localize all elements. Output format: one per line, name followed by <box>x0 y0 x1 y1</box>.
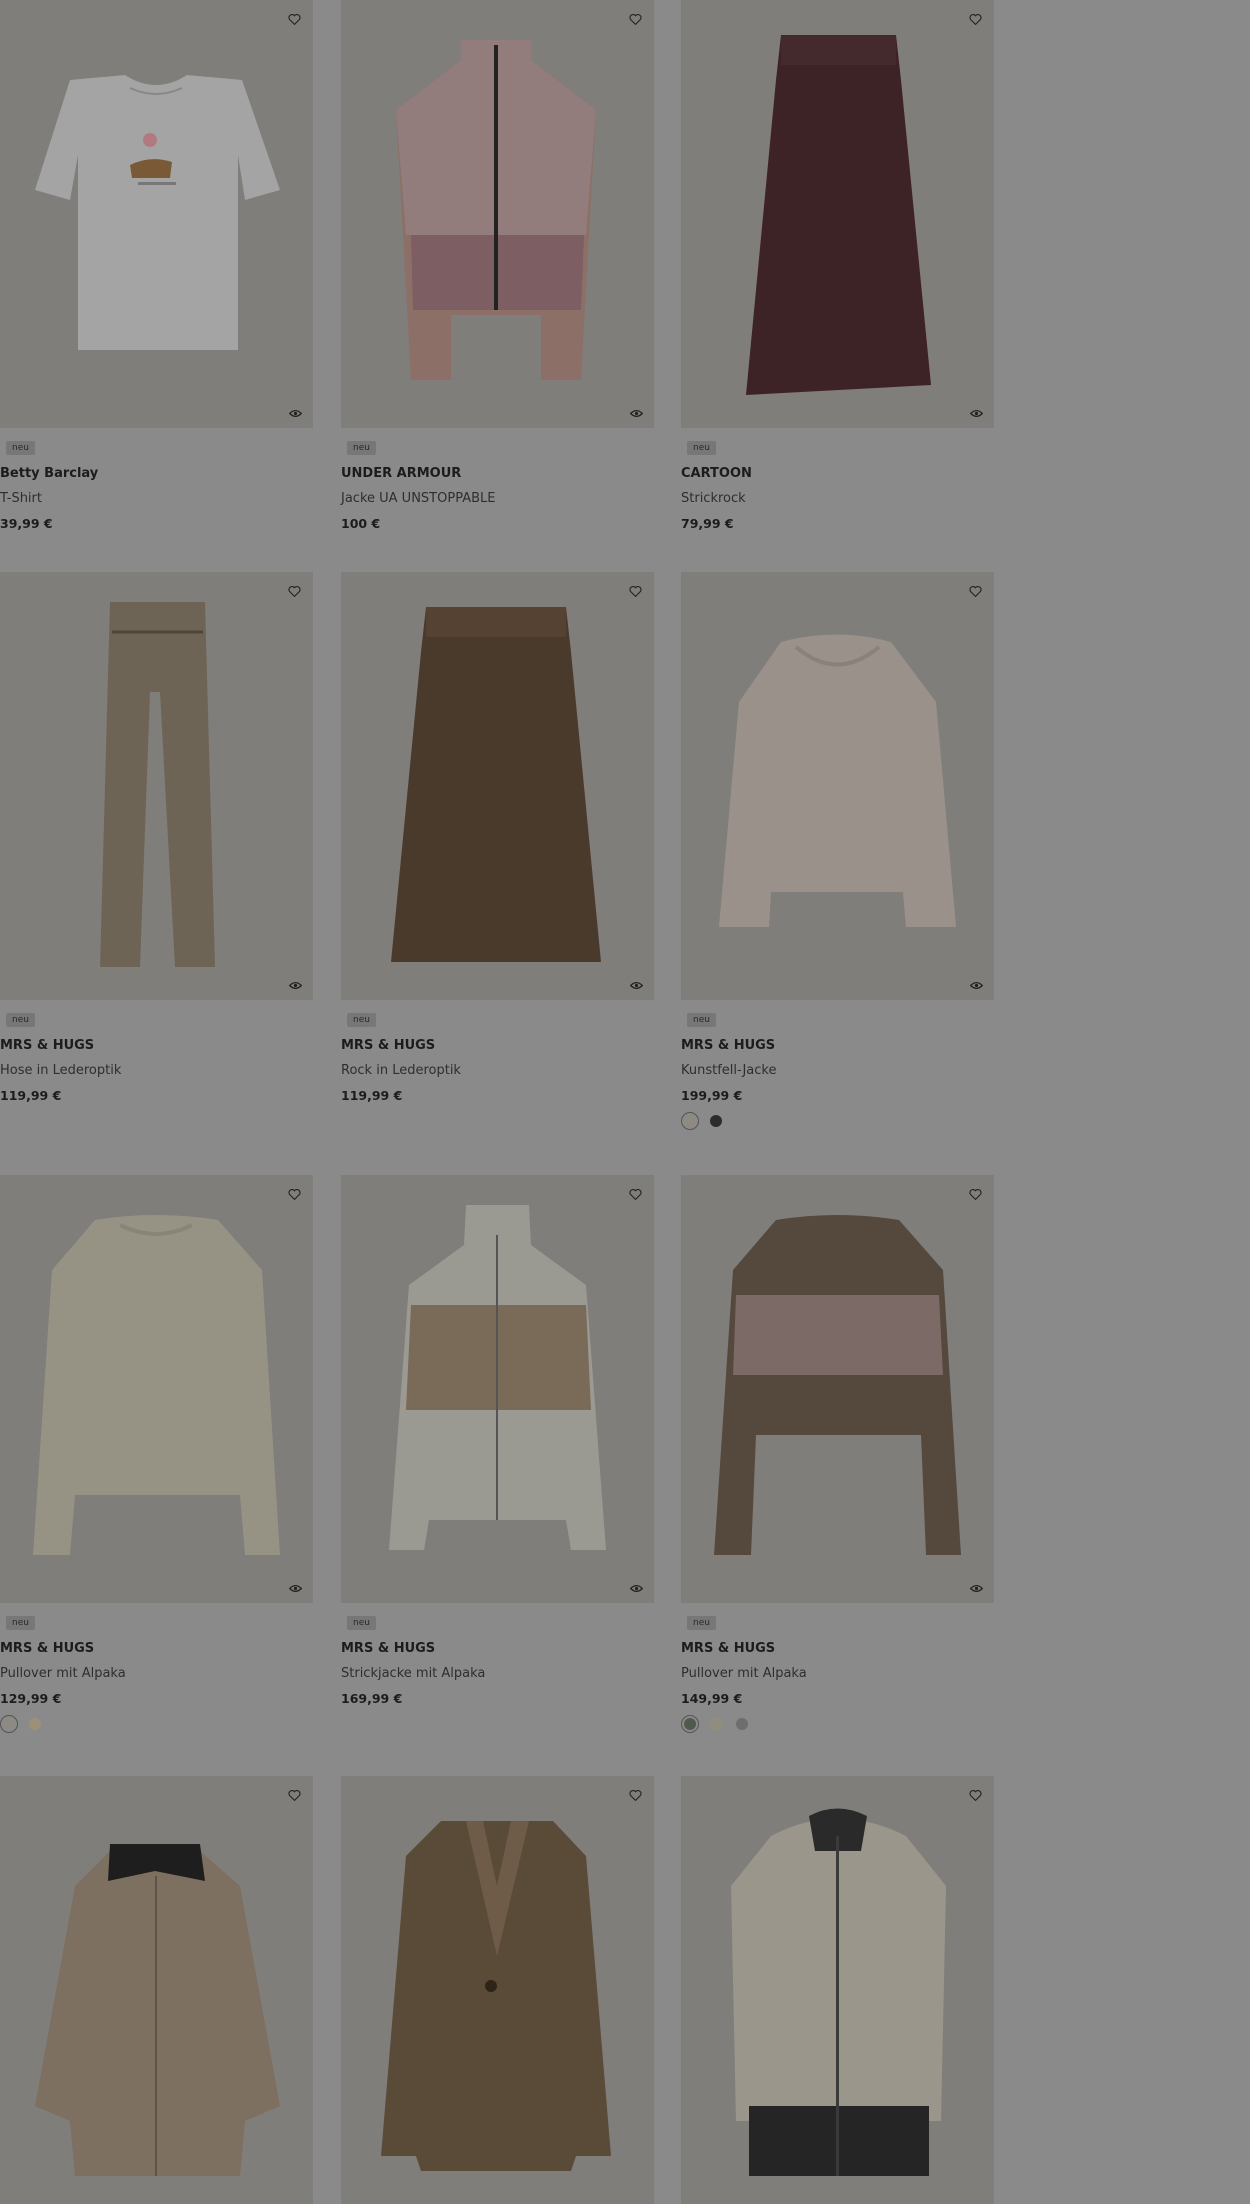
product-name[interactable]: Kunstfell-Jacke <box>681 1062 994 1080</box>
heart-icon[interactable] <box>626 1185 644 1203</box>
product-image[interactable] <box>681 1175 994 1603</box>
color-swatch[interactable] <box>0 1715 18 1733</box>
new-badge: neu <box>687 1616 716 1630</box>
heart-icon[interactable] <box>966 10 984 28</box>
product-name[interactable]: T-Shirt <box>0 490 313 508</box>
product-grid: neu Betty Barclay T-Shirt 39,99 € neu UN… <box>0 0 1250 2204</box>
product-name[interactable]: Pullover mit Alpaka <box>0 1665 313 1683</box>
product-name[interactable]: Strickjacke mit Alpaka <box>341 1665 654 1683</box>
product-brand[interactable]: MRS & HUGS <box>0 1640 313 1658</box>
sweater-image <box>714 1215 961 1555</box>
product-image[interactable] <box>341 1175 654 1603</box>
product-image[interactable] <box>681 572 994 1000</box>
heart-icon[interactable] <box>285 1185 303 1203</box>
product-name[interactable]: Jacke UA UNSTOPPABLE <box>341 490 654 508</box>
tshirt-image <box>35 75 280 350</box>
quickview-icon[interactable] <box>968 1581 984 1595</box>
product-price: 129,99 € <box>0 1691 62 1706</box>
product-name[interactable]: Hose in Lederoptik <box>0 1062 313 1080</box>
product-image[interactable] <box>341 0 654 428</box>
heart-icon[interactable] <box>966 582 984 600</box>
product-price: 100 € <box>341 516 381 531</box>
product-image[interactable] <box>0 572 313 1000</box>
product-image[interactable] <box>681 1776 994 2204</box>
heart-icon[interactable] <box>626 10 644 28</box>
product-image[interactable] <box>0 0 313 428</box>
quilted-jacket-image <box>35 1844 280 2176</box>
color-swatches <box>681 1112 994 1130</box>
cardigan-image <box>389 1205 606 1550</box>
new-badge: neu <box>6 441 35 455</box>
product-name[interactable]: Pullover mit Alpaka <box>681 1665 994 1683</box>
product-name[interactable]: Rock in Lederoptik <box>341 1062 654 1080</box>
quickview-icon[interactable] <box>628 406 644 420</box>
color-swatches <box>681 1715 994 1733</box>
new-badge: neu <box>6 1616 35 1630</box>
product-brand[interactable]: UNDER ARMOUR <box>341 465 654 483</box>
heart-icon[interactable] <box>966 1786 984 1804</box>
color-swatch[interactable] <box>710 1718 722 1730</box>
quickview-icon[interactable] <box>287 1581 303 1595</box>
product-brand[interactable]: Betty Barclay <box>0 465 313 483</box>
skirt-image <box>391 607 601 962</box>
quickview-icon[interactable] <box>968 978 984 992</box>
color-swatch[interactable] <box>736 1718 748 1730</box>
product-brand[interactable]: MRS & HUGS <box>681 1640 994 1658</box>
color-swatch[interactable] <box>29 1718 41 1730</box>
product-image[interactable] <box>341 1776 654 2204</box>
product-image[interactable] <box>681 0 994 428</box>
quickview-icon[interactable] <box>968 406 984 420</box>
product-brand[interactable]: MRS & HUGS <box>341 1640 654 1658</box>
new-badge: neu <box>347 441 376 455</box>
fur-vest-image <box>731 1808 946 2176</box>
product-price: 39,99 € <box>0 516 53 531</box>
product-brand[interactable]: MRS & HUGS <box>681 1037 994 1055</box>
product-price: 119,99 € <box>0 1088 62 1103</box>
new-badge: neu <box>687 1013 716 1027</box>
quickview-icon[interactable] <box>287 978 303 992</box>
product-price: 169,99 € <box>341 1691 403 1706</box>
heart-icon[interactable] <box>285 1786 303 1804</box>
color-swatch[interactable] <box>681 1715 699 1733</box>
product-image[interactable] <box>0 1175 313 1603</box>
new-badge: neu <box>347 1013 376 1027</box>
color-swatch[interactable] <box>710 1115 722 1127</box>
color-swatches <box>0 1715 313 1733</box>
product-price: 149,99 € <box>681 1691 743 1706</box>
quickview-icon[interactable] <box>287 406 303 420</box>
product-price: 199,99 € <box>681 1088 743 1103</box>
skirt-image <box>746 35 931 395</box>
heart-icon[interactable] <box>285 582 303 600</box>
product-name[interactable]: Strickrock <box>681 490 994 508</box>
product-brand[interactable]: MRS & HUGS <box>341 1037 654 1055</box>
product-image[interactable] <box>341 572 654 1000</box>
product-brand[interactable]: MRS & HUGS <box>0 1037 313 1055</box>
heart-icon[interactable] <box>626 582 644 600</box>
new-badge: neu <box>6 1013 35 1027</box>
product-image[interactable] <box>0 1776 313 2204</box>
blazer-image <box>381 1821 611 2171</box>
product-price: 119,99 € <box>341 1088 403 1103</box>
jacket-image <box>396 40 596 380</box>
new-badge: neu <box>347 1616 376 1630</box>
heart-icon[interactable] <box>285 10 303 28</box>
heart-icon[interactable] <box>966 1185 984 1203</box>
product-price: 79,99 € <box>681 516 734 531</box>
quickview-icon[interactable] <box>628 1581 644 1595</box>
color-swatch[interactable] <box>681 1112 699 1130</box>
new-badge: neu <box>687 441 716 455</box>
product-brand[interactable]: CARTOON <box>681 465 994 483</box>
heart-icon[interactable] <box>626 1786 644 1804</box>
sweater-image <box>33 1215 280 1555</box>
fur-jacket-image <box>719 634 956 927</box>
quickview-icon[interactable] <box>628 978 644 992</box>
pants-image <box>100 602 215 967</box>
